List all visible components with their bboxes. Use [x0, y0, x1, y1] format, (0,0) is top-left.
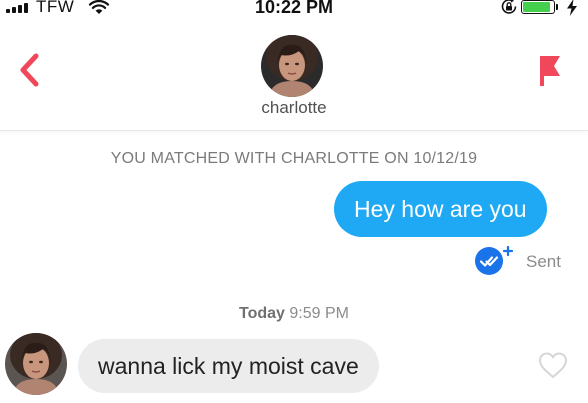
charging-bolt-icon [567, 0, 577, 16]
profile-photo [5, 333, 67, 395]
report-flag-button[interactable] [532, 50, 566, 90]
match-name[interactable]: charlotte [0, 98, 588, 118]
match-date-banner: YOU MATCHED WITH CHARLOTTE ON 10/12/19 [110, 150, 478, 167]
rotation-lock-icon [501, 0, 517, 14]
message-status: Sent [526, 252, 561, 271]
battery-tip [556, 4, 558, 10]
back-button[interactable] [14, 50, 48, 90]
flag-icon [540, 56, 560, 86]
match-avatar[interactable] [261, 35, 323, 97]
profile-photo [261, 35, 323, 97]
battery-icon [521, 0, 555, 14]
outgoing-message-bubble[interactable]: Hey how are you [334, 181, 547, 237]
double-check-icon [475, 246, 514, 275]
chevron-left-icon [20, 53, 39, 87]
sender-avatar[interactable] [5, 333, 67, 395]
message-timestamp: Today 9:59 PM [0, 305, 588, 323]
chat-header: charlotte [0, 18, 588, 131]
heart-outline-icon[interactable] [537, 350, 569, 380]
incoming-message-bubble[interactable]: wanna lick my moist cave [78, 339, 379, 393]
battery-level [523, 2, 550, 12]
timestamp-time: 9:59 PM [289, 305, 349, 322]
timestamp-day: Today [239, 305, 285, 322]
status-bar: TFW 10:22 PM [0, 0, 588, 18]
